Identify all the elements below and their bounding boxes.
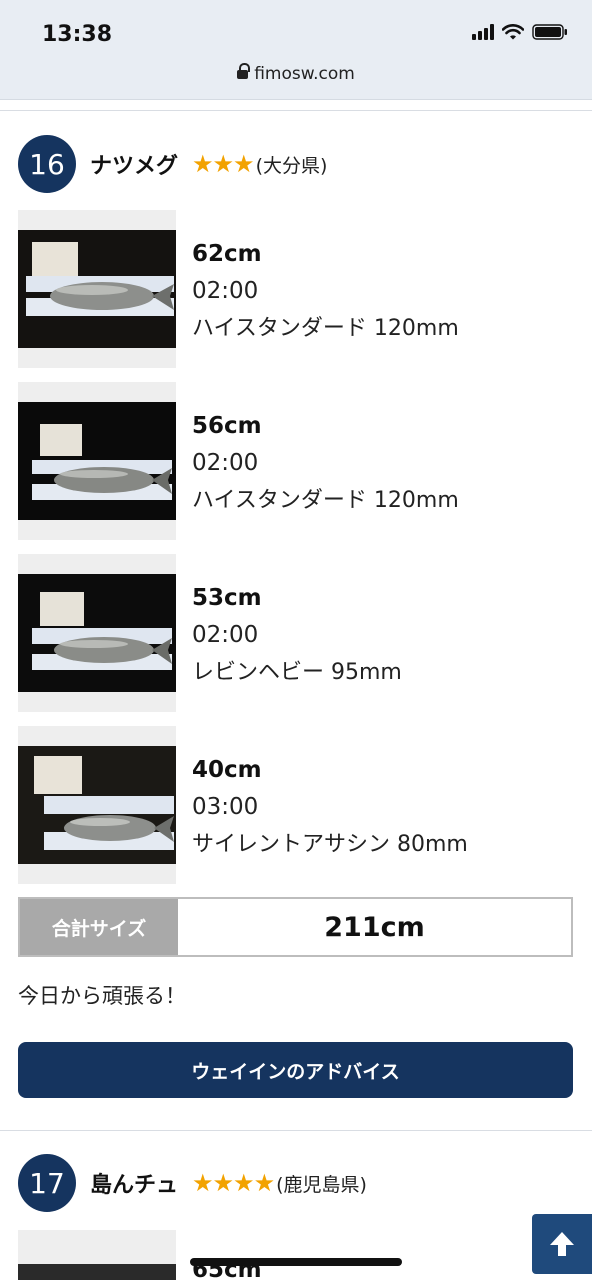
catch-time: 02:00 [192,278,259,304]
status-time: 13:38 [42,22,113,47]
catch-photo-frame[interactable] [18,382,176,540]
fish-photo [18,746,176,864]
url-text: fimosw.com [254,64,355,84]
fish-photo [18,402,176,520]
catch-size: 53cm [192,585,262,611]
total-size-label: 合計サイズ [20,899,178,955]
total-size-box: 合計サイズ 211cm [18,897,573,957]
catch-photo-frame[interactable] [18,726,176,884]
catch-row: 56cm 02:00 ハイスタンダード 120mm [18,382,573,540]
home-indicator [190,1258,402,1266]
catch-row: 62cm 02:00 ハイスタンダード 120mm [18,210,573,368]
catch-time: 02:00 [192,450,259,476]
star-rating: ★★★★ [192,1169,275,1197]
entry-header: 17 島んチュ ★★★★ (鹿児島県) [18,1154,367,1212]
catch-row: 40cm 03:00 サイレントアサシン 80mm [18,726,573,884]
scroll-to-top-button[interactable] [532,1214,592,1274]
browser-top-bar: 13:38 fimosw.com [0,0,592,100]
catch-lure: ハイスタンダード 120mm [192,488,459,513]
address-bar[interactable]: fimosw.com [0,63,592,84]
catch-photo-frame[interactable] [18,1230,176,1280]
cellular-signal-icon [472,24,494,40]
battery-icon [532,24,568,40]
rank-badge: 17 [18,1154,76,1212]
star-rating: ★★★ [192,150,255,178]
prefecture: (鹿児島県) [276,1173,367,1196]
fish-photo [18,230,176,348]
fish-photo [18,1264,176,1280]
fish-photo [18,574,176,692]
catch-time: 02:00 [192,622,259,648]
total-size-value: 211cm [324,911,425,943]
prefecture: (大分県) [255,154,328,177]
catch-size: 56cm [192,413,262,439]
catch-size: 40cm [192,757,262,783]
arrow-up-icon [550,1232,574,1256]
weigh-in-advice-button[interactable]: ウェイインのアドバイス [18,1042,573,1098]
status-icons [472,24,568,40]
divider [0,110,592,111]
catch-lure: レビンヘビー 95mm [192,660,402,685]
divider [0,1130,592,1131]
lock-icon [237,63,251,80]
catch-lure: ハイスタンダード 120mm [192,316,459,341]
rank-badge: 16 [18,135,76,193]
entry-header: 16 ナツメグ ★★★ (大分県) [18,135,327,193]
catch-info: 62cm 02:00 ハイスタンダード 120mm [192,236,459,348]
catch-info: 40cm 03:00 サイレントアサシン 80mm [192,752,468,864]
wifi-icon [502,24,524,40]
catch-photo-frame[interactable] [18,554,176,712]
angler-name[interactable]: ナツメグ [90,148,178,180]
angler-name[interactable]: 島んチュ [90,1167,178,1199]
catch-photo-frame[interactable] [18,210,176,368]
catch-info: 53cm 02:00 レビンヘビー 95mm [192,580,402,692]
catch-info: 56cm 02:00 ハイスタンダード 120mm [192,408,459,520]
catch-size: 62cm [192,241,262,267]
catch-lure: サイレントアサシン 80mm [192,832,468,857]
catch-time: 03:00 [192,794,259,820]
angler-comment: 今日から頑張る！ [18,984,186,1008]
catch-row: 53cm 02:00 レビンヘビー 95mm [18,554,573,712]
